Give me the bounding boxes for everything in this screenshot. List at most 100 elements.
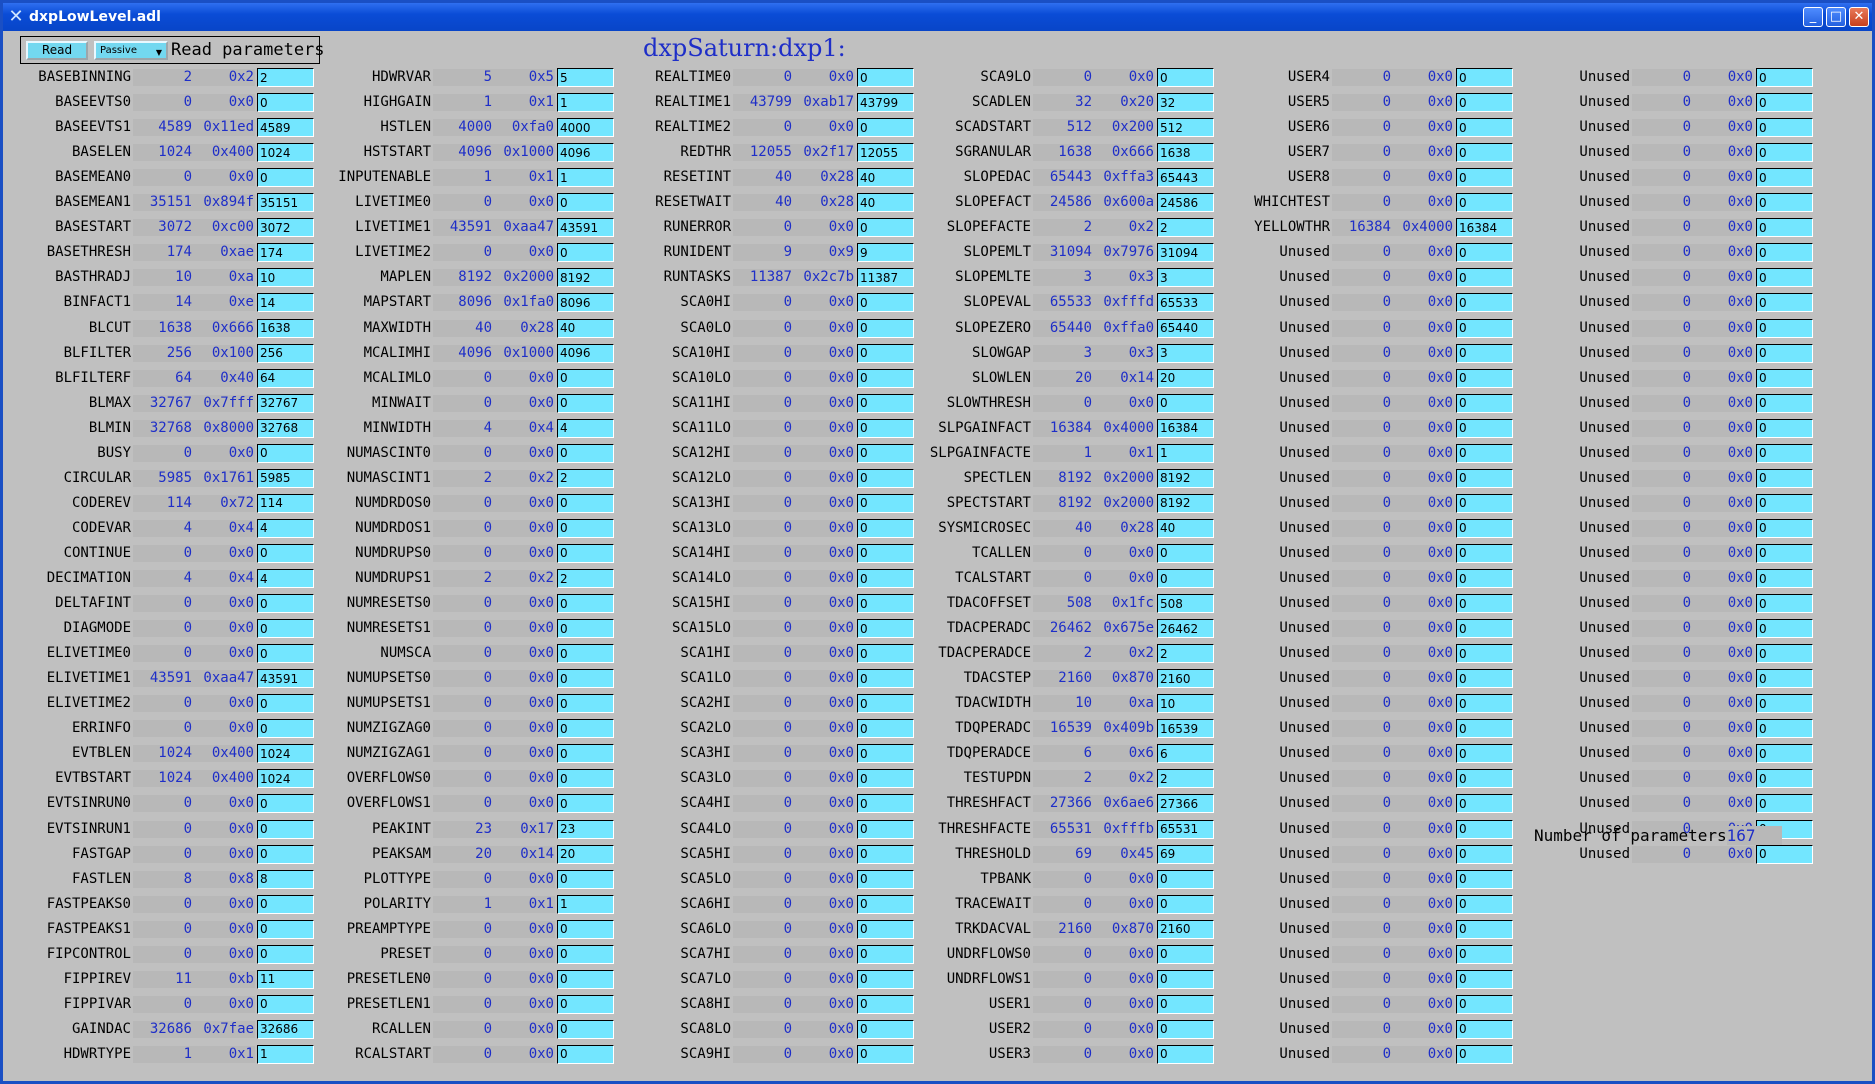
parameter-value-input[interactable] xyxy=(1756,518,1813,538)
parameter-decimal-readback: 0 xyxy=(433,670,493,688)
parameter-name: BASEMEAN0 xyxy=(55,169,131,186)
parameter-value-input[interactable] xyxy=(1756,468,1813,488)
parameter-hex-readback: 0x0 xyxy=(493,870,555,888)
parameter-value-input[interactable] xyxy=(1756,594,1813,614)
parameter-hex-readback: 0x0 xyxy=(1392,845,1454,863)
parameter-name: RCALSTART xyxy=(355,1045,431,1062)
parameter-decimal-readback: 0 xyxy=(1632,369,1692,387)
parameter-hex-readback: 0x0 xyxy=(793,219,855,237)
close-button[interactable]: ✕ xyxy=(1849,7,1869,27)
parameter-name: SCA2HI xyxy=(680,695,731,712)
parameter-name: Unused xyxy=(1279,695,1330,712)
parameter-decimal-readback: 0 xyxy=(1332,469,1392,487)
parameter-value-input[interactable] xyxy=(1456,919,1513,939)
parameter-value-input[interactable] xyxy=(1756,368,1813,388)
parameter-hex-readback: 0x0 xyxy=(493,645,555,663)
read-button[interactable]: Read xyxy=(26,41,88,60)
parameter-value-input[interactable] xyxy=(1756,694,1813,714)
menu-arrow-icon: ▼ xyxy=(155,48,162,57)
parameter-value-input[interactable] xyxy=(1456,944,1513,964)
parameter-decimal-readback: 16539 xyxy=(1033,720,1093,738)
maximize-button[interactable]: □ xyxy=(1826,7,1846,27)
parameter-name: RUNERROR xyxy=(663,219,731,236)
parameter-decimal-readback: 0 xyxy=(133,795,193,813)
parameter-decimal-readback: 0 xyxy=(733,995,793,1013)
parameter-name: SCA1HI xyxy=(680,645,731,662)
parameter-value-input[interactable] xyxy=(1456,994,1513,1014)
parameter-decimal-readback: 512 xyxy=(1033,119,1093,137)
title-bar[interactable]: ✕ dxpLowLevel.adl _ □ ✕ xyxy=(3,3,1872,31)
parameter-decimal-readback: 0 xyxy=(733,845,793,863)
parameter-name: TDACPERADCE xyxy=(938,645,1031,662)
parameter-decimal-readback: 23 xyxy=(433,820,493,838)
parameter-value-input[interactable] xyxy=(1756,118,1813,138)
parameter-hex-readback: 0x0 xyxy=(493,670,555,688)
parameter-value-input[interactable] xyxy=(1756,293,1813,313)
parameter-value-input[interactable] xyxy=(1756,619,1813,639)
parameter-value-input[interactable] xyxy=(1756,719,1813,739)
parameter-name: USER2 xyxy=(988,1020,1031,1037)
parameter-hex-readback: 0x0 xyxy=(1392,595,1454,613)
parameter-value-input[interactable] xyxy=(1756,218,1813,238)
parameter-value-input[interactable] xyxy=(1756,669,1813,689)
parameter-decimal-readback: 8192 xyxy=(1033,494,1093,512)
parameter-value-input[interactable] xyxy=(1756,794,1813,814)
scan-rate-menu[interactable]: Passive ▼ xyxy=(94,41,168,60)
parameter-decimal-readback: 43799 xyxy=(733,94,793,112)
parameter-value-input[interactable] xyxy=(1756,769,1813,789)
parameter-hex-readback: 0x0 xyxy=(793,419,855,437)
parameter-decimal-readback: 0 xyxy=(733,870,793,888)
parameter-hex-readback: 0x100 xyxy=(193,344,255,362)
parameter-value-input[interactable] xyxy=(1456,894,1513,914)
app-x-icon: ✕ xyxy=(8,6,24,27)
parameter-hex-readback: 0x0 xyxy=(1392,870,1454,888)
parameter-decimal-readback: 0 xyxy=(433,394,493,412)
parameter-name: Unused xyxy=(1579,294,1630,311)
parameter-value-input[interactable] xyxy=(1756,243,1813,263)
parameter-decimal-readback: 0 xyxy=(1632,845,1692,863)
parameter-value-input[interactable] xyxy=(1756,268,1813,288)
parameter-value-input[interactable] xyxy=(1756,443,1813,463)
parameter-value-input[interactable] xyxy=(1756,543,1813,563)
parameter-hex-readback: 0x0 xyxy=(493,595,555,613)
parameter-decimal-readback: 2 xyxy=(133,69,193,86)
parameter-hex-readback: 0x0 xyxy=(1093,69,1155,86)
parameter-value-input[interactable] xyxy=(1456,1044,1513,1064)
parameter-hex-readback: 0x6 xyxy=(1093,745,1155,763)
parameter-value-input[interactable] xyxy=(1756,744,1813,764)
parameter-value-input[interactable] xyxy=(1756,193,1813,213)
parameter-hex-readback: 0x14 xyxy=(493,845,555,863)
parameter-hex-readback: 0x6ae6 xyxy=(1093,795,1155,813)
parameter-value-input[interactable] xyxy=(1756,493,1813,513)
parameter-decimal-readback: 4 xyxy=(433,419,493,437)
parameter-name: CIRCULAR xyxy=(63,469,131,486)
parameter-value-input[interactable] xyxy=(1756,844,1813,864)
parameter-value-input[interactable] xyxy=(1756,343,1813,363)
parameter-decimal-readback: 0 xyxy=(133,645,193,663)
parameter-value-input[interactable] xyxy=(1456,1019,1513,1039)
parameter-value-input[interactable] xyxy=(1756,318,1813,338)
parameter-name: Unused xyxy=(1279,720,1330,737)
parameter-value-input[interactable] xyxy=(1756,68,1813,87)
parameter-name: USER8 xyxy=(1287,169,1330,186)
minimize-button[interactable]: _ xyxy=(1803,7,1823,27)
parameter-hex-readback: 0x0 xyxy=(193,845,255,863)
parameter-hex-readback: 0x0 xyxy=(193,544,255,562)
parameter-value-input[interactable] xyxy=(1756,143,1813,163)
parameter-value-input[interactable] xyxy=(1456,969,1513,989)
parameter-hex-readback: 0x0 xyxy=(1392,369,1454,387)
parameter-value-input[interactable] xyxy=(1756,168,1813,188)
parameter-decimal-readback: 0 xyxy=(1332,344,1392,362)
parameter-value-input[interactable] xyxy=(1756,569,1813,588)
parameter-name: SCA0HI xyxy=(680,294,731,311)
parameter-value-input[interactable] xyxy=(1456,869,1513,889)
parameter-value-input[interactable] xyxy=(1756,93,1813,113)
parameter-hex-readback: 0x0 xyxy=(493,720,555,738)
parameter-decimal-readback: 0 xyxy=(1332,620,1392,638)
parameter-name: Unused xyxy=(1579,620,1630,637)
parameter-hex-readback: 0x2 xyxy=(193,69,255,86)
parameter-value-input[interactable] xyxy=(1756,644,1813,664)
parameter-value-input[interactable] xyxy=(1756,393,1813,413)
parameter-value-input[interactable] xyxy=(1756,418,1813,438)
parameter-name: Unused xyxy=(1279,970,1330,987)
